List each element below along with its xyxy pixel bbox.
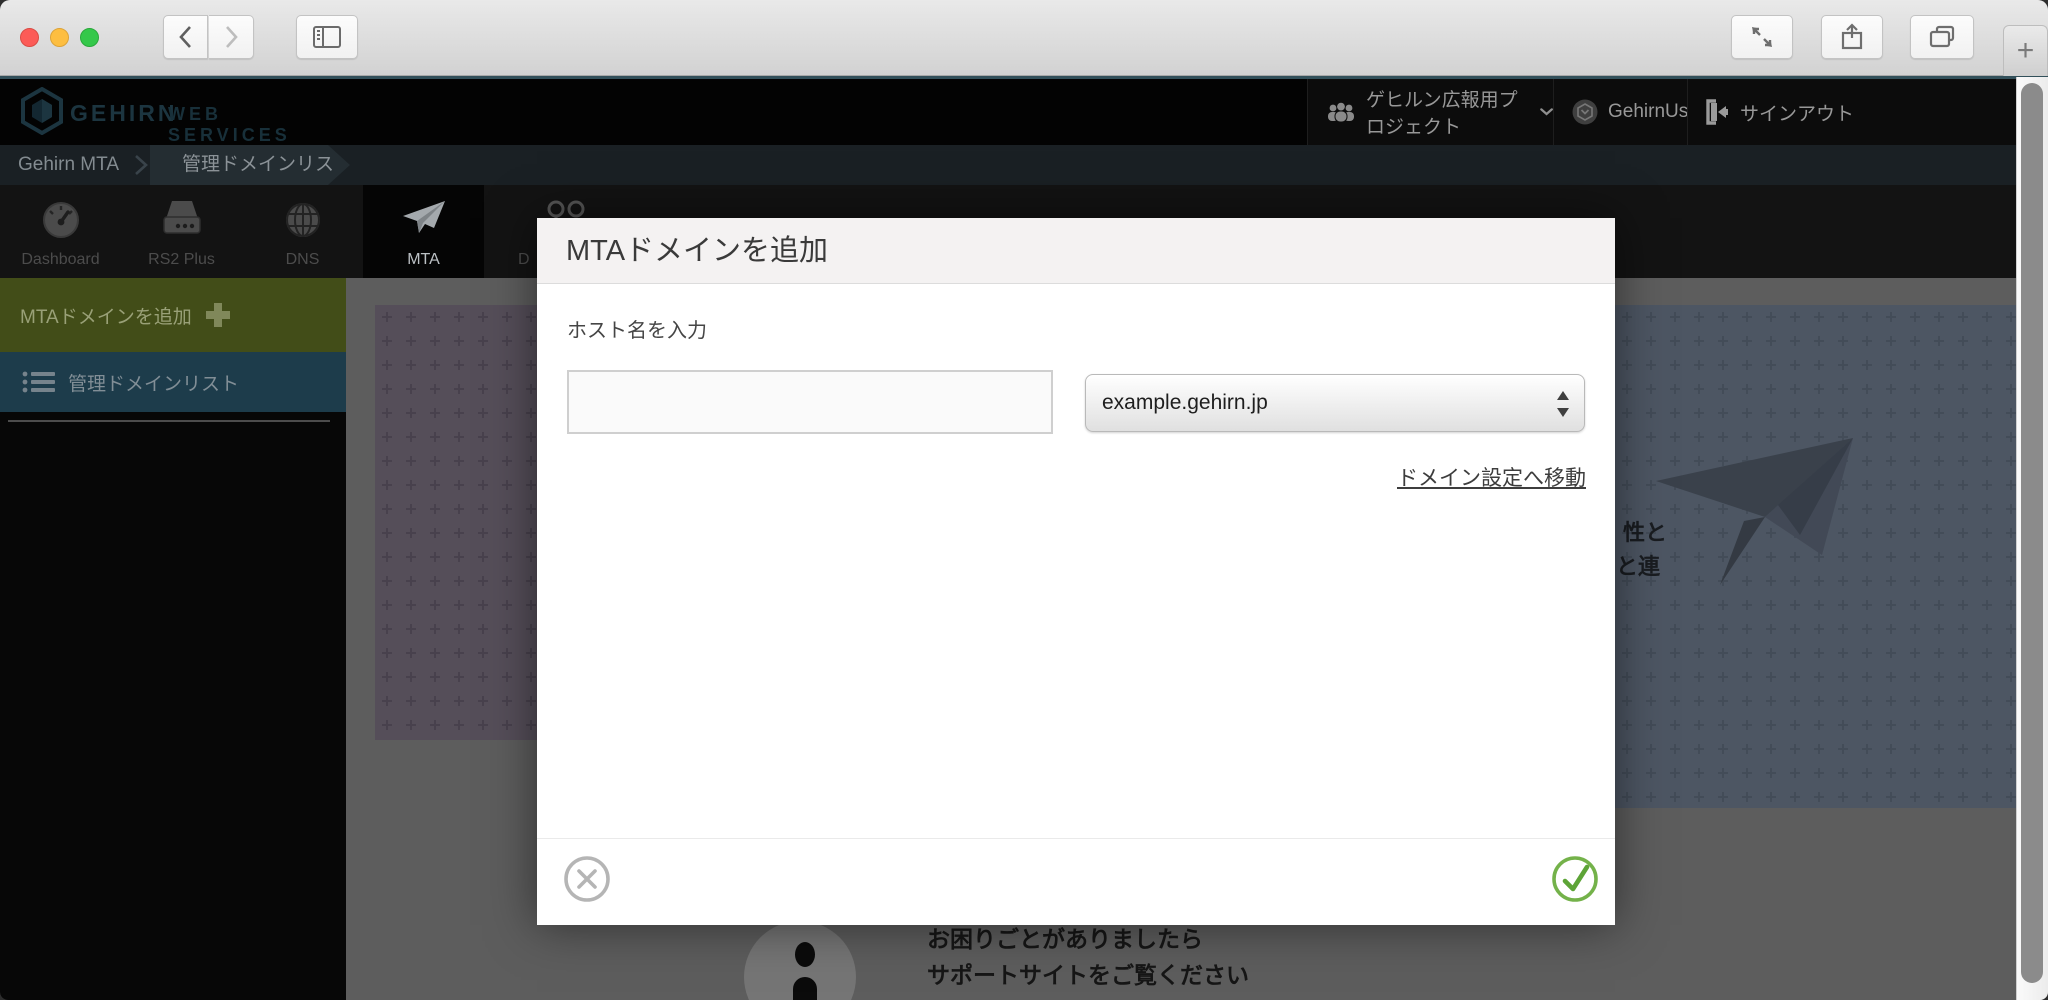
banner-text-fragment: 性と — [1623, 515, 1667, 547]
browser-toolbar — [0, 0, 2048, 76]
browser-window: + GEHIRN WEB SERVICES ゲヒルン広報用プロジェクト — [0, 0, 2048, 1000]
gehirn-logo[interactable]: GEHIRN WEB SERVICES — [20, 87, 350, 137]
gehirn-hexagon-icon — [20, 87, 64, 135]
support-text-line2: サポートサイトをご覧ください — [927, 956, 1249, 990]
tab-overview-button[interactable] — [1910, 15, 1974, 59]
zoom-window-button[interactable] — [80, 28, 99, 47]
paper-plane-illustration — [1650, 435, 1865, 590]
paper-plane-icon — [401, 199, 447, 235]
sidebar-toggle-button[interactable] — [296, 15, 358, 59]
service-tab-rs2plus[interactable]: RS2 Plus — [121, 185, 242, 278]
hostname-input[interactable] — [567, 370, 1053, 434]
close-window-button[interactable] — [20, 28, 39, 47]
site-header: GEHIRN WEB SERVICES ゲヒルン広報用プロジェクト Gehirn… — [0, 79, 2048, 145]
signout-icon — [1706, 99, 1730, 125]
sidebar-toggle-icon — [312, 25, 342, 49]
plus-icon — [206, 303, 230, 327]
breadcrumb: Gehirn MTA 管理ドメインリスト — [0, 145, 2048, 185]
hostname-label: ホスト名を入力 — [567, 314, 707, 343]
select-arrows-icon — [1555, 389, 1571, 419]
back-icon — [176, 24, 196, 50]
service-label: Dashboard — [0, 251, 121, 269]
service-tab-dns[interactable]: DNS — [242, 185, 363, 278]
minimize-window-button[interactable] — [50, 28, 69, 47]
signout-button[interactable]: サインアウト — [1687, 79, 2048, 145]
new-tab-label: + — [2017, 34, 2035, 68]
confirm-button[interactable] — [1551, 855, 1599, 903]
breadcrumb-item-domain-list[interactable]: 管理ドメインリスト — [150, 145, 350, 185]
service-tab-dashboard[interactable]: Dashboard — [0, 185, 121, 278]
fullscreen-icon — [1749, 24, 1775, 50]
share-button[interactable] — [1821, 15, 1883, 59]
brand-tagline: WEB SERVICES — [168, 104, 350, 146]
domain-select[interactable]: example.gehirn.jp — [1085, 374, 1585, 432]
domain-select-value: example.gehirn.jp — [1102, 391, 1268, 415]
scrollbar-thumb[interactable] — [2021, 83, 2043, 983]
sidebar-divider — [8, 420, 330, 422]
fullscreen-button[interactable] — [1731, 15, 1793, 59]
service-tab-mta[interactable]: MTA — [363, 185, 484, 278]
brand-name: GEHIRN — [70, 100, 177, 127]
dashboard-icon — [40, 199, 82, 241]
breadcrumb-item-gehirn-mta[interactable]: Gehirn MTA — [0, 145, 130, 185]
banner-text-fragment: と連 — [1616, 549, 1660, 581]
project-name: ゲヒルン広報用プロジェクト — [1366, 85, 1528, 139]
close-icon — [563, 855, 611, 903]
sidebar-item-add-mta-domain[interactable]: MTAドメインを追加 — [0, 278, 346, 352]
support-text-line1: お困りごとがありましたら — [927, 920, 1203, 954]
info-icon-stem — [793, 977, 817, 1000]
dialog-header: MTAドメインを追加 — [537, 218, 1615, 284]
service-label: DNS — [242, 251, 363, 269]
sidebar-item-label: 管理ドメインリスト — [68, 369, 239, 396]
breadcrumb-label: Gehirn MTA — [18, 145, 119, 185]
new-tab-button[interactable]: + — [2003, 25, 2048, 76]
dialog-title: MTAドメインを追加 — [566, 218, 828, 284]
check-icon — [1551, 855, 1599, 903]
sidebar: MTAドメインを追加 管理ドメインリスト — [0, 278, 346, 1000]
forward-icon — [221, 24, 241, 50]
forward-button[interactable] — [209, 15, 254, 59]
chevron-down-icon — [1540, 106, 1553, 118]
user-avatar-icon — [1572, 99, 1598, 125]
breadcrumb-chevron-icon — [133, 154, 151, 176]
sidebar-item-domain-list[interactable]: 管理ドメインリスト — [0, 352, 346, 412]
tab-overview-icon — [1928, 24, 1956, 50]
sidebar-item-label: MTAドメインを追加 — [20, 302, 192, 329]
server-icon — [158, 199, 206, 239]
add-mta-domain-dialog: MTAドメインを追加 ホスト名を入力 example.gehirn.jp ドメイ… — [537, 218, 1615, 925]
back-button[interactable] — [163, 15, 208, 59]
hero-banner-left — [375, 305, 537, 740]
service-label: RS2 Plus — [121, 251, 242, 269]
project-switcher[interactable]: ゲヒルン広報用プロジェクト — [1307, 79, 1553, 145]
signout-label: サインアウト — [1740, 99, 1854, 126]
globe-icon — [282, 199, 324, 241]
service-label: MTA — [363, 251, 484, 269]
plus-pattern — [375, 305, 537, 740]
dialog-footer-divider — [537, 838, 1615, 839]
cancel-button[interactable] — [563, 855, 611, 903]
user-menu[interactable]: GehirnUser — [1553, 79, 1687, 145]
hero-banner-right: 性と と連 — [1615, 305, 2016, 808]
go-to-domain-settings-link[interactable]: ドメイン設定へ移動 — [1397, 462, 1586, 492]
list-icon — [22, 370, 56, 394]
team-icon — [1326, 101, 1356, 123]
share-icon — [1840, 23, 1864, 51]
info-icon-dot — [795, 942, 815, 967]
